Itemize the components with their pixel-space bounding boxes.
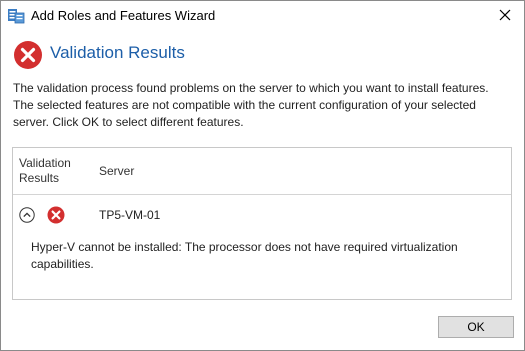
close-icon [499, 9, 511, 21]
page-title: Validation Results [50, 43, 185, 62]
column-header-label: Validation [19, 156, 71, 170]
table-row: TP5-VM-01 Hyper-V cannot be installed: T… [13, 195, 511, 299]
title-bar[interactable]: Add Roles and Features Wizard [1, 1, 524, 31]
chevron-up-icon [19, 207, 35, 223]
close-button[interactable] [494, 5, 516, 25]
server-manager-icon [7, 6, 25, 24]
column-header-server[interactable]: Server [99, 164, 134, 178]
window-title: Add Roles and Features Wizard [31, 8, 216, 23]
validation-results-table: Validation Results Server TP5-VM-01 Hype… [12, 147, 512, 300]
column-header-validation-results[interactable]: Validation Results [19, 156, 99, 186]
validation-message: The validation process found problems on… [13, 80, 518, 131]
error-icon [13, 40, 43, 70]
wizard-window: Add Roles and Features Wizard Validation… [0, 0, 525, 351]
message-line: server. Click OK to select different fea… [13, 115, 244, 129]
detail-line: Hyper-V cannot be installed: The process… [31, 240, 458, 254]
server-name: TP5-VM-01 [99, 208, 161, 222]
error-icon [47, 206, 65, 224]
collapse-row-button[interactable] [19, 207, 35, 223]
table-header: Validation Results Server [13, 148, 511, 195]
column-header-label: Results [19, 171, 60, 185]
error-detail: Hyper-V cannot be installed: The process… [31, 239, 501, 273]
detail-line: capabilities. [31, 257, 94, 271]
ok-button[interactable]: OK [438, 316, 514, 338]
message-line: The validation process found problems on… [13, 81, 489, 95]
message-line: The selected features are not compatible… [13, 98, 476, 112]
